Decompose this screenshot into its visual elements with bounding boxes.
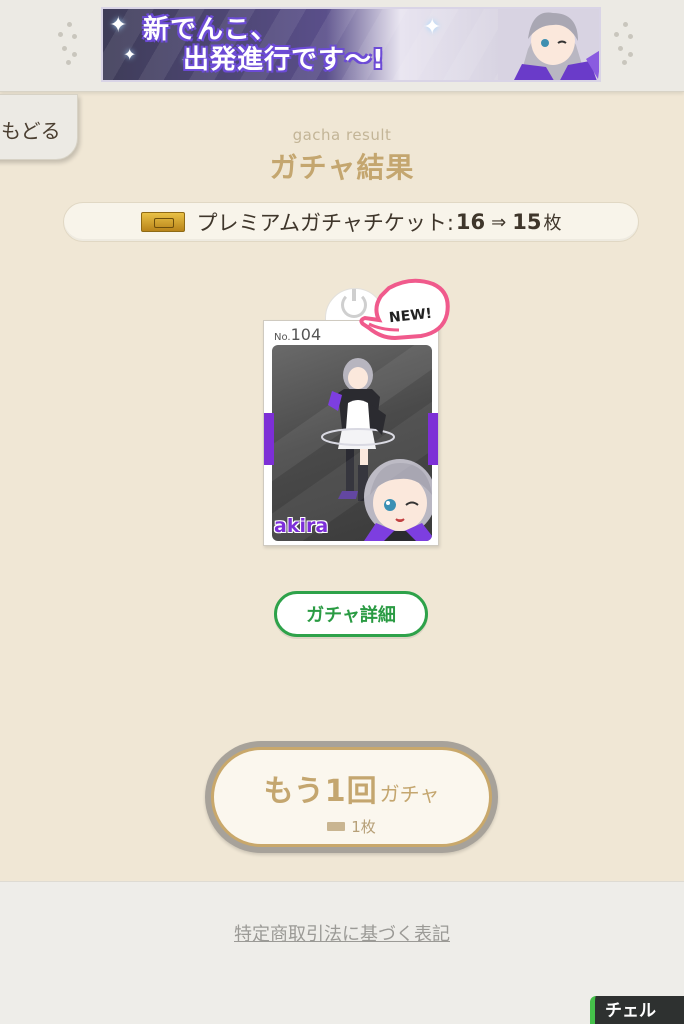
draw-again-cost-label: 1枚 [351,818,376,836]
card-accent-right [428,413,438,465]
card-number: No.104 [274,325,321,344]
ticket-count-before: 16 [455,210,486,234]
ticket-unit: 枚 [543,213,562,234]
banner-headline: 新でんこ、 出発進行です〜! [143,15,463,75]
ticket-icon [327,822,346,831]
draw-again-main-label: もう1回 [263,774,378,809]
sparkle-icon: ✦ [123,45,137,64]
chat-tab[interactable]: チェル [590,996,684,1024]
banner-line-1: 新でんこ、 [143,15,278,45]
page-subtitle: gacha result [292,126,392,144]
gacha-detail-button[interactable]: ガチャ詳細 [274,591,428,637]
result-card[interactable]: No.104 akira NEW! [263,278,453,548]
gold-ticket-icon [140,212,185,232]
draw-again-button[interactable]: もう1回 ガチャ 1枚 [205,741,498,853]
ticket-arrow: ⇒ [491,211,507,233]
card-number-prefix: No. [274,332,291,343]
ticket-label: プレミアムガチャチケット: [196,211,454,235]
card-art-frame [272,345,432,541]
character-card: No.104 akira [263,320,439,546]
banner-line-2: 出発進行です〜! [183,45,385,75]
event-banner[interactable]: ✦ ✦ ✦ ✦ 新でんこ、 出発進行です〜! [101,7,601,82]
page-footer: 特定商取引法に基づく表記 [0,881,684,1024]
card-accent-left [264,413,274,465]
character-name: akira [274,515,329,537]
draw-again-label: もう1回 ガチャ [214,766,489,810]
draw-again-button-face: もう1回 ガチャ 1枚 [211,747,492,847]
decorative-dots-left [58,22,82,66]
character-illustration [321,358,432,541]
decorative-dots-right [614,22,638,66]
legal-notice-link[interactable]: 特定商取引法に基づく表記 [0,920,684,946]
draw-again-cost: 1枚 [214,816,489,837]
sparkle-icon: ✦ [109,13,128,38]
ticket-count-after: 15 [512,210,542,234]
banner-character-illustration [498,9,599,80]
ticket-count-bar: プレミアムガチャチケット: 16 ⇒ 15 枚 [63,202,639,242]
card-number-value: 104 [290,325,322,344]
top-banner-area: ✦ ✦ ✦ ✦ 新でんこ、 出発進行です〜! [0,0,684,92]
draw-again-suffix: ガチャ [379,782,440,806]
page-title: ガチャ結果 [269,151,415,184]
